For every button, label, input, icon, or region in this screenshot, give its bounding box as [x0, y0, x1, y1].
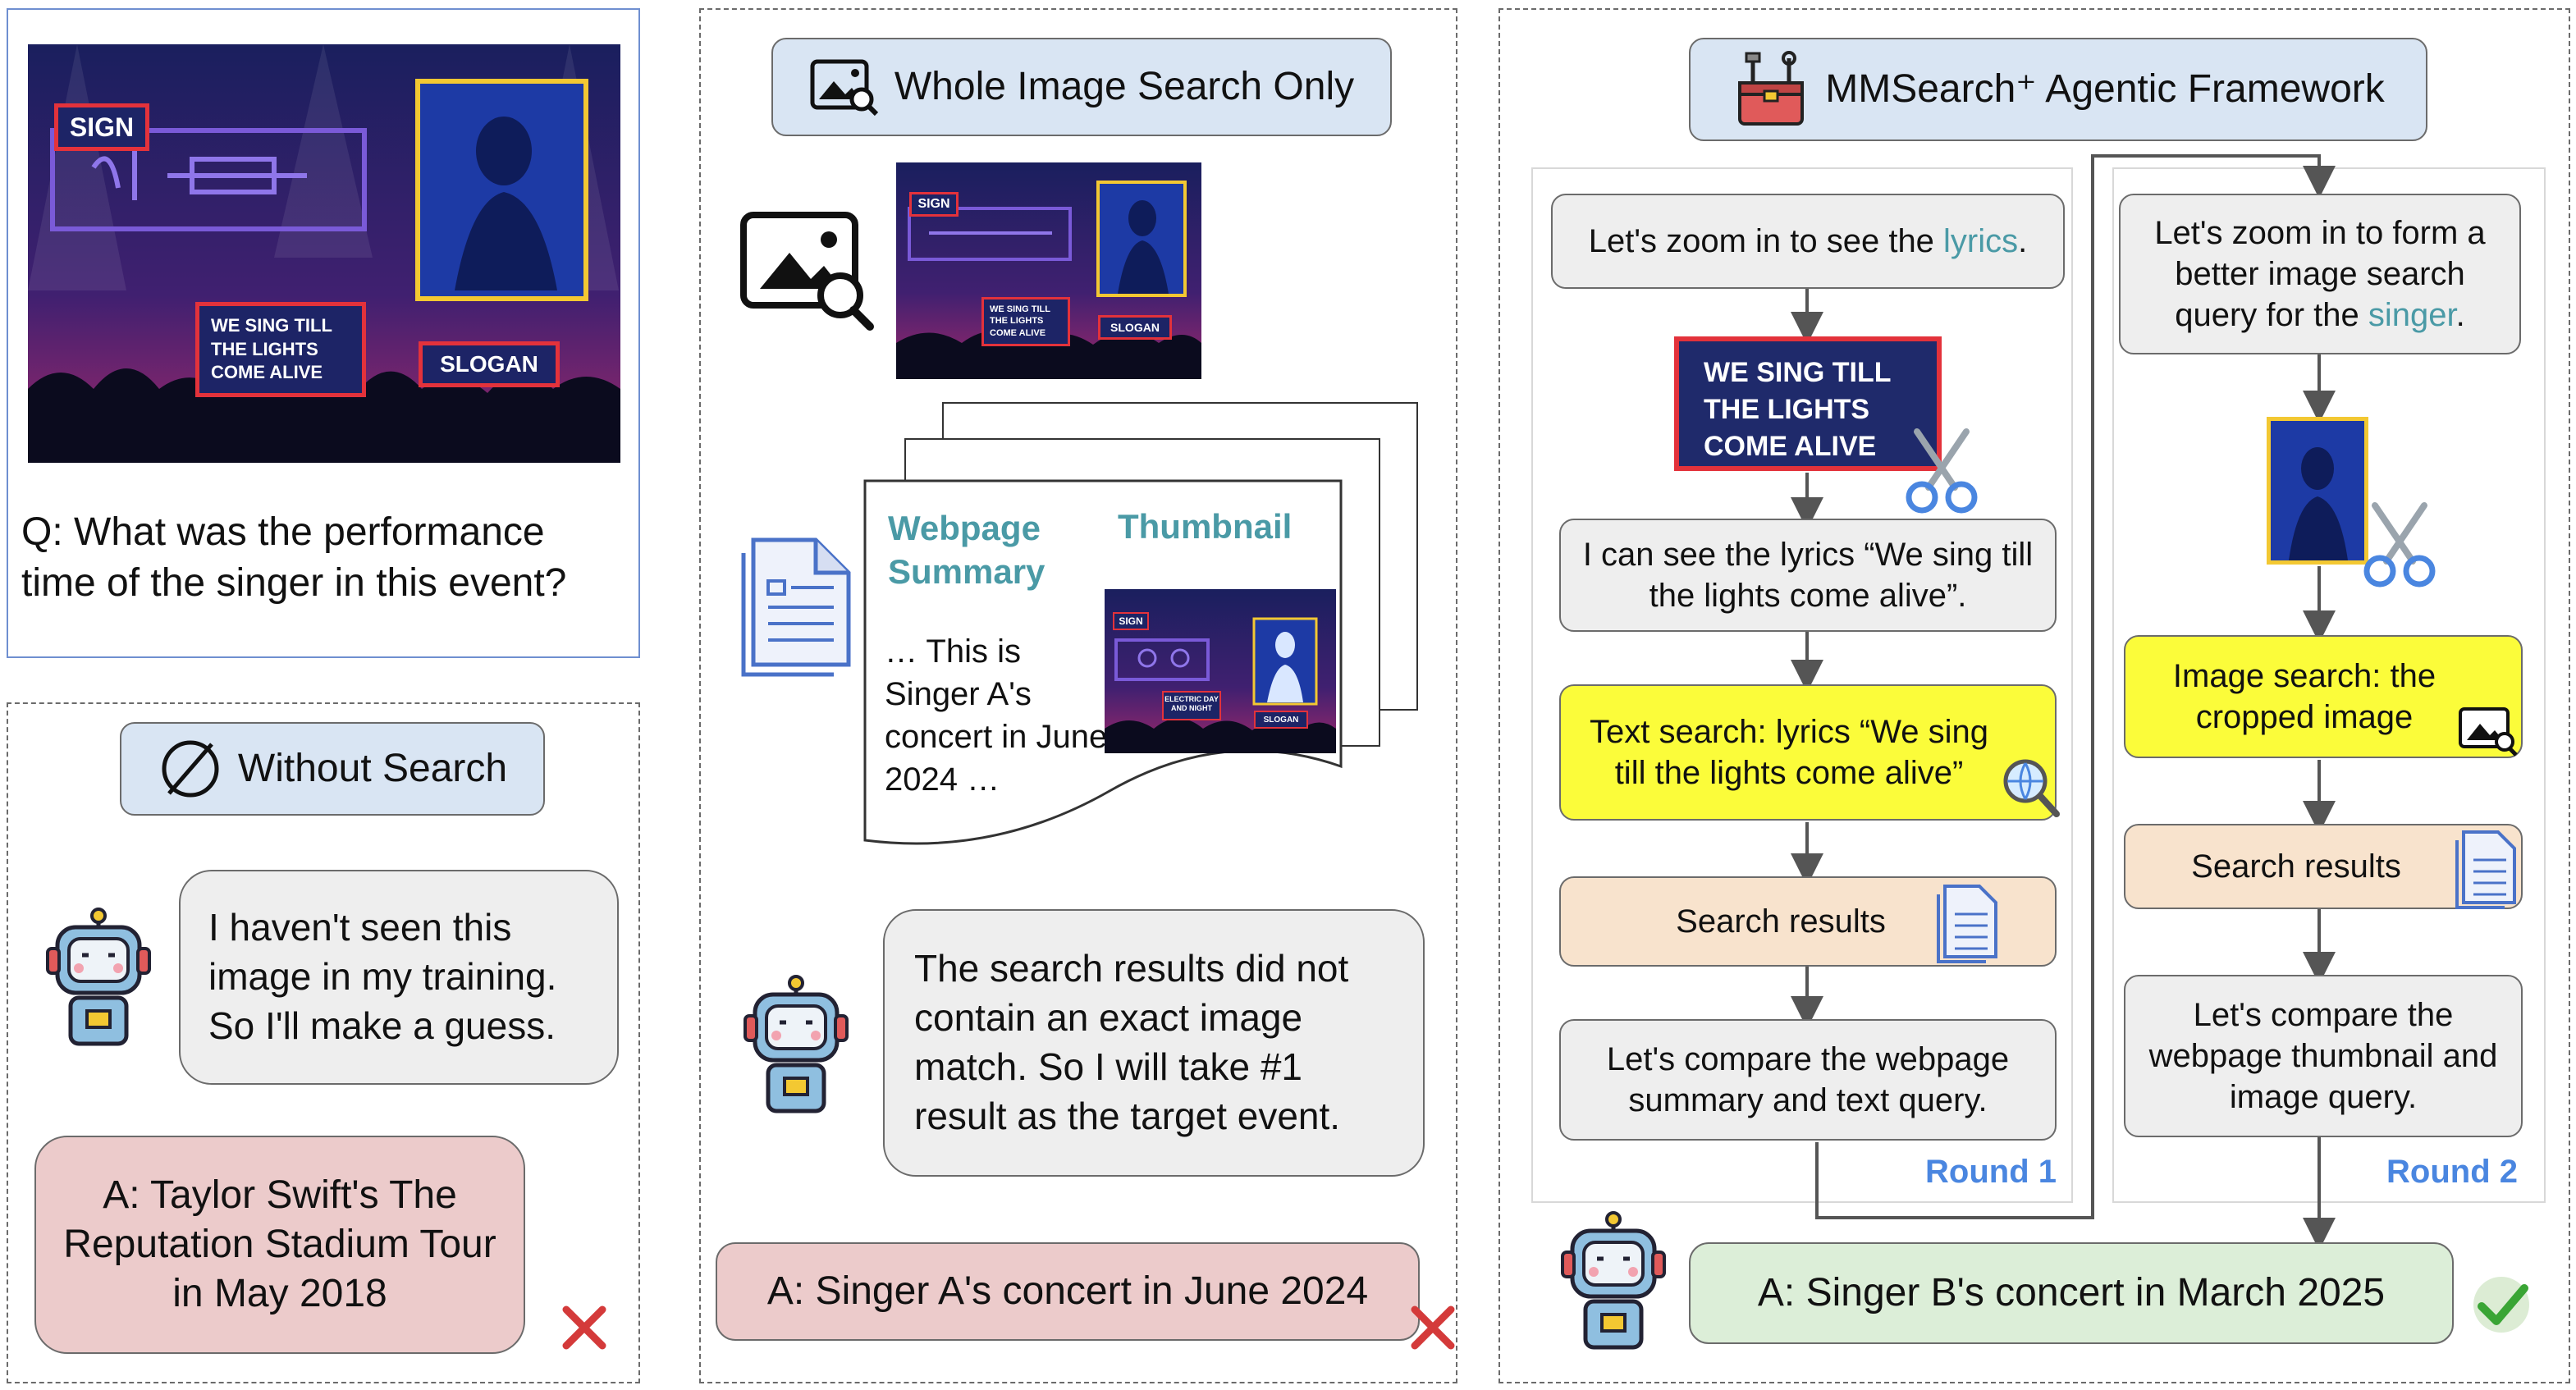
- check-icon: [2473, 1277, 2529, 1333]
- round1-label: Round 1: [1925, 1154, 2057, 1190]
- robot-icon: [1561, 1211, 1666, 1350]
- document-icon: [2455, 830, 2516, 909]
- step-text: .: [2018, 223, 2028, 259]
- web-search-icon: [2003, 759, 2060, 817]
- scissors-icon: [2363, 502, 2436, 588]
- step-text: Let's zoom in to see the: [1588, 223, 1944, 259]
- round1-step-text-search: Text search: lyrics “We sing till the li…: [1559, 684, 2057, 821]
- step-text: .: [2455, 297, 2465, 333]
- document-icon: [1937, 885, 1997, 963]
- round1-step-lyrics: I can see the lyrics “We sing till the l…: [1559, 519, 2057, 632]
- crop-line: WE SING TILL: [1704, 357, 1892, 388]
- round2-step-zoom: Let's zoom in to form a better image sea…: [2119, 194, 2521, 354]
- cropped-singer-image: [2267, 417, 2368, 565]
- round2-label: Round 2: [2386, 1154, 2518, 1190]
- step-highlight: lyrics: [1943, 223, 2019, 259]
- round1-step-zoom: Let's zoom in to see the lyrics.: [1551, 194, 2065, 289]
- round1-step-compare: Let's compare the webpage summary and te…: [1559, 1019, 2057, 1141]
- agentic-answer: A: Singer B's concert in March 2025: [1689, 1242, 2454, 1344]
- image-search-icon: [2459, 707, 2518, 757]
- round2-step-compare: Let's compare the webpage thumbnail and …: [2124, 975, 2523, 1137]
- crop-line: THE LIGHTS: [1704, 393, 1870, 425]
- step-highlight: singer: [2368, 297, 2456, 333]
- scissors-icon: [1906, 428, 1978, 514]
